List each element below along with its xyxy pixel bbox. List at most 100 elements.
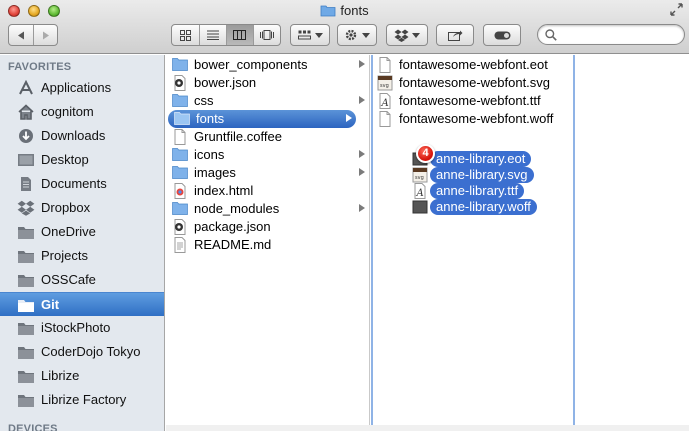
tag-icon	[494, 31, 510, 39]
sidebar-item-label: Desktop	[41, 152, 89, 167]
coverflow-view-icon	[260, 30, 275, 40]
drag-item-label: anne-library.eot	[430, 151, 532, 167]
coverflow-view-button[interactable]	[253, 25, 280, 45]
file-icon	[377, 111, 393, 127]
font-file-icon: A	[412, 183, 428, 199]
file-name: css	[194, 93, 214, 108]
chevron-down-icon	[362, 32, 370, 38]
list-item-package-json[interactable]: package.json	[166, 218, 369, 236]
list-item-fontawesome-svg[interactable]: svg fontawesome-webfont.svg	[373, 74, 573, 92]
arrange-button[interactable]	[290, 24, 330, 46]
file-name: package.json	[194, 219, 271, 234]
json-file-icon	[172, 219, 188, 235]
sidebar-item-dropbox[interactable]: Dropbox	[0, 196, 164, 220]
svg-text:A: A	[381, 98, 389, 109]
list-item-images[interactable]: images	[166, 164, 369, 182]
fullscreen-icon[interactable]	[670, 3, 683, 16]
disclosure-arrow-icon	[359, 96, 365, 104]
back-button[interactable]	[9, 25, 33, 45]
svg-file-icon: svg	[377, 75, 393, 91]
file-icon	[377, 57, 393, 73]
arrange-icon	[297, 30, 311, 40]
dropbox-menu-button[interactable]	[386, 24, 428, 46]
file-name: bower_components	[194, 57, 308, 72]
search-icon	[545, 29, 557, 41]
file-name: fontawesome-webfont.ttf	[399, 93, 541, 108]
sidebar-item-desktop[interactable]: Desktop	[0, 148, 164, 172]
sidebar-item-label: Git	[41, 297, 60, 312]
folder-icon	[17, 224, 35, 240]
file-name: fonts	[196, 111, 225, 126]
folder-icon	[172, 201, 188, 217]
disclosure-arrow-icon	[359, 60, 365, 68]
file-name: index.html	[194, 183, 254, 198]
devices-header: DEVICES	[8, 423, 58, 431]
column-git: bower_components bower.json css fonts Gr…	[166, 55, 370, 431]
sidebar-item-label: Documents	[41, 176, 107, 191]
json-file-icon	[172, 75, 188, 91]
sidebar-item-git[interactable]: Git	[0, 292, 164, 316]
folder-icon	[17, 392, 35, 408]
toolbar: fonts	[0, 0, 689, 54]
share-button[interactable]	[436, 24, 474, 46]
folder-icon	[172, 57, 188, 73]
list-view-button[interactable]	[198, 25, 226, 45]
list-item-fonts[interactable]: fonts	[168, 110, 356, 128]
svg-text:svg: svg	[380, 83, 389, 89]
sidebar-item-projects[interactable]: Projects	[0, 244, 164, 268]
folder-icon	[17, 344, 35, 360]
sidebar-item-onedrive[interactable]: OneDrive	[0, 220, 164, 244]
list-item-fontawesome-eot[interactable]: fontawesome-webfont.eot	[373, 56, 573, 74]
svg-text:svg: svg	[415, 175, 424, 181]
column-view-button[interactable]	[225, 25, 254, 45]
sidebar-item-label: Dropbox	[41, 200, 91, 215]
documents-icon	[17, 176, 35, 192]
column-view-icon	[233, 30, 247, 40]
drag-item-label: anne-library.ttf	[430, 183, 525, 199]
sidebar-item-label: CoderDojo Tokyo	[41, 344, 141, 359]
sidebar-item-documents[interactable]: Documents	[0, 172, 164, 196]
list-item-fontawesome-woff[interactable]: fontawesome-webfont.woff	[373, 110, 573, 128]
sidebar-item-coderdojo-tokyo[interactable]: CoderDojo Tokyo	[0, 340, 164, 364]
disclosure-arrow-icon	[346, 114, 352, 122]
file-name: fontawesome-webfont.woff	[399, 111, 554, 126]
sidebar-item-applications[interactable]: Applications	[0, 76, 164, 100]
list-item-node-modules[interactable]: node_modules	[166, 200, 369, 218]
sidebar-item-downloads[interactable]: Downloads	[0, 124, 164, 148]
icon-view-button[interactable]	[172, 25, 199, 45]
window-title-text: fonts	[340, 3, 369, 18]
list-item-icons[interactable]: icons	[166, 146, 369, 164]
back-arrow-icon	[18, 31, 25, 39]
sidebar-item-label: Projects	[41, 248, 88, 263]
list-item-bower-components[interactable]: bower_components	[166, 56, 369, 74]
folder-icon	[17, 272, 35, 288]
forward-button[interactable]	[33, 25, 57, 45]
edit-tags-button[interactable]	[483, 24, 521, 46]
sidebar-item-librize-factory[interactable]: Librize Factory	[0, 388, 164, 412]
sidebar-item-cognitom[interactable]: cognitom	[0, 100, 164, 124]
font-file-icon	[412, 199, 428, 215]
sidebar-item-librize[interactable]: Librize	[0, 364, 164, 388]
file-name: fontawesome-webfont.svg	[399, 75, 551, 90]
search-field[interactable]	[537, 24, 685, 45]
html-file-icon	[172, 183, 188, 199]
drag-item-label: anne-library.woff	[430, 199, 537, 215]
horizontal-scrollbar[interactable]	[166, 425, 689, 431]
list-item-readme[interactable]: README.md	[166, 236, 369, 254]
list-item-index-html[interactable]: index.html	[166, 182, 369, 200]
list-item-bower-json[interactable]: bower.json	[166, 74, 369, 92]
action-menu-button[interactable]	[337, 24, 377, 46]
dropbox-icon	[394, 29, 409, 42]
svg-file-icon: svg	[412, 167, 428, 183]
sidebar-item-istockphoto[interactable]: iStockPhoto	[0, 316, 164, 340]
list-item-fontawesome-ttf[interactable]: A fontawesome-webfont.ttf	[373, 92, 573, 110]
favorites-header: FAVORITES	[8, 61, 72, 73]
sidebar-item-label: Librize	[41, 368, 80, 383]
back-forward-control	[8, 24, 58, 46]
file-name: bower.json	[194, 75, 257, 90]
list-item-css[interactable]: css	[166, 92, 369, 110]
sidebar-item-osscafe[interactable]: OSSCafe	[0, 268, 164, 292]
view-switcher	[171, 24, 281, 46]
list-item-gruntfile[interactable]: Gruntfile.coffee	[166, 128, 369, 146]
font-file-icon: A	[377, 93, 393, 109]
